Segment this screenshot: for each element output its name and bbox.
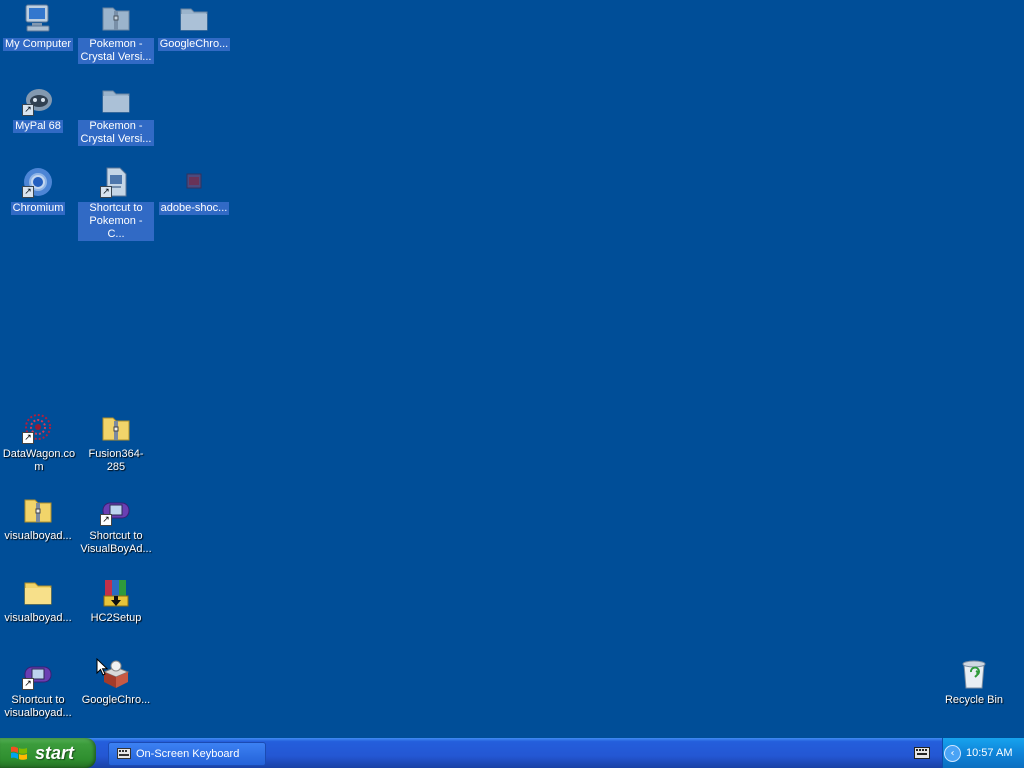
- adobe-file-icon: [178, 166, 210, 198]
- desktop-icon-label: adobe-shoc...: [158, 202, 230, 215]
- desktop-icon-label: Shortcut to VisualBoyAd...: [80, 530, 152, 555]
- desktop-icon-hc2setup[interactable]: HC2Setup: [78, 576, 154, 625]
- shortcut-arrow-icon: ↗: [22, 432, 34, 444]
- desktop-icon-pokemon-crystal-folder[interactable]: Pokemon - Crystal Versi...: [78, 84, 154, 146]
- desktop-icon-label: My Computer: [2, 38, 74, 51]
- desktop-icon-googlechrome-folder[interactable]: GoogleChro...: [156, 2, 232, 51]
- recycle-bin-icon: [958, 658, 990, 690]
- setup-box-icon: [96, 658, 132, 690]
- clock[interactable]: 10:57 AM: [966, 738, 1012, 768]
- mypal-icon: ↗: [22, 84, 54, 116]
- taskbar-button-on-screen-keyboard[interactable]: On-Screen Keyboard: [108, 742, 266, 766]
- start-button[interactable]: start: [0, 738, 96, 768]
- desktop-icon-label: HC2Setup: [90, 612, 142, 624]
- folder-icon: [178, 2, 210, 34]
- desktop-icon-label: DataWagon.com: [2, 448, 76, 473]
- desktop-icon-label: GoogleChro...: [81, 694, 151, 706]
- gba-icon: ↗: [22, 658, 54, 690]
- computer-icon: [22, 2, 54, 34]
- zip-folder-icon: [100, 2, 132, 34]
- folder-icon: [22, 576, 54, 608]
- desktop-icon-chromium[interactable]: ↗ Chromium: [0, 166, 76, 215]
- desktop-icon-shortcut-pokemon[interactable]: ↗ Shortcut to Pokemon - C...: [78, 166, 154, 241]
- taskbar: start On-Screen Keyboard ‹ 10:57 AM: [0, 738, 1024, 768]
- chromium-icon: ↗: [22, 166, 54, 198]
- shortcut-arrow-icon: ↗: [22, 104, 34, 116]
- start-label: start: [35, 743, 75, 763]
- chevron-left-icon[interactable]: ‹: [944, 745, 961, 762]
- desktop-icon-my-computer[interactable]: My Computer: [0, 2, 76, 51]
- mouse-cursor-icon: [96, 658, 108, 676]
- desktop-icon-datawagon[interactable]: ↗ DataWagon.com: [0, 412, 76, 474]
- desktop: My Computer Pokemon - Crystal Versi... G…: [0, 0, 1024, 738]
- folder-icon: [100, 84, 132, 116]
- desktop-icon-recycle-bin[interactable]: Recycle Bin: [936, 658, 1012, 707]
- desktop-icon-shortcut-visualboyadvance-2[interactable]: ↗ Shortcut to visualboyad...: [0, 658, 76, 720]
- zip-folder-icon: [22, 494, 54, 526]
- desktop-icon-fusion364[interactable]: Fusion364-285: [78, 412, 154, 474]
- desktop-icon-label: MyPal 68: [13, 120, 63, 133]
- shortcut-arrow-icon: ↗: [100, 514, 112, 526]
- desktop-icon-label: visualboyad...: [4, 612, 72, 624]
- shortcut-arrow-icon: ↗: [100, 186, 112, 198]
- desktop-icon-label: visualboyad...: [4, 530, 72, 542]
- desktop-icon-label: GoogleChro...: [157, 38, 231, 51]
- desktop-icon-label: Shortcut to Pokemon - C...: [78, 202, 154, 241]
- desktop-icon-label: Pokemon - Crystal Versi...: [78, 38, 154, 64]
- desktop-icon-pokemon-crystal-zip[interactable]: Pokemon - Crystal Versi...: [78, 2, 154, 64]
- desktop-icon-adobe-shockwave[interactable]: adobe-shoc...: [156, 166, 232, 215]
- desktop-icon-visualboyadvance-zip[interactable]: visualboyad...: [0, 494, 76, 543]
- desktop-icon-shortcut-visualboyadvance[interactable]: ↗ Shortcut to VisualBoyAd...: [78, 494, 154, 556]
- desktop-icon-label: Recycle Bin: [944, 694, 1004, 706]
- zip-folder-icon: [100, 412, 132, 444]
- shortcut-arrow-icon: ↗: [22, 678, 34, 690]
- gba-icon: ↗: [100, 494, 132, 526]
- desktop-icon-label: Chromium: [10, 202, 66, 215]
- winrar-icon: [100, 576, 132, 608]
- windows-flag-icon: [11, 746, 27, 760]
- desktop-icon-label: Pokemon - Crystal Versi...: [78, 120, 154, 146]
- datawagon-icon: ↗: [22, 412, 54, 444]
- shortcut-arrow-icon: ↗: [22, 186, 34, 198]
- shortcut-file-icon: ↗: [100, 166, 132, 198]
- desktop-icon-label: Shortcut to visualboyad...: [4, 694, 72, 719]
- taskbar-button-label: On-Screen Keyboard: [136, 748, 240, 760]
- keyboard-icon[interactable]: [914, 747, 930, 759]
- keyboard-icon: [117, 748, 131, 759]
- system-tray: ‹ 10:57 AM: [942, 738, 1024, 768]
- desktop-icon-visualboyadvance-folder[interactable]: visualboyad...: [0, 576, 76, 625]
- desktop-icon-googlechrome-setup[interactable]: GoogleChro...: [78, 658, 154, 707]
- desktop-icon-mypal[interactable]: ↗ MyPal 68: [0, 84, 76, 133]
- desktop-icon-label: Fusion364-285: [88, 448, 144, 473]
